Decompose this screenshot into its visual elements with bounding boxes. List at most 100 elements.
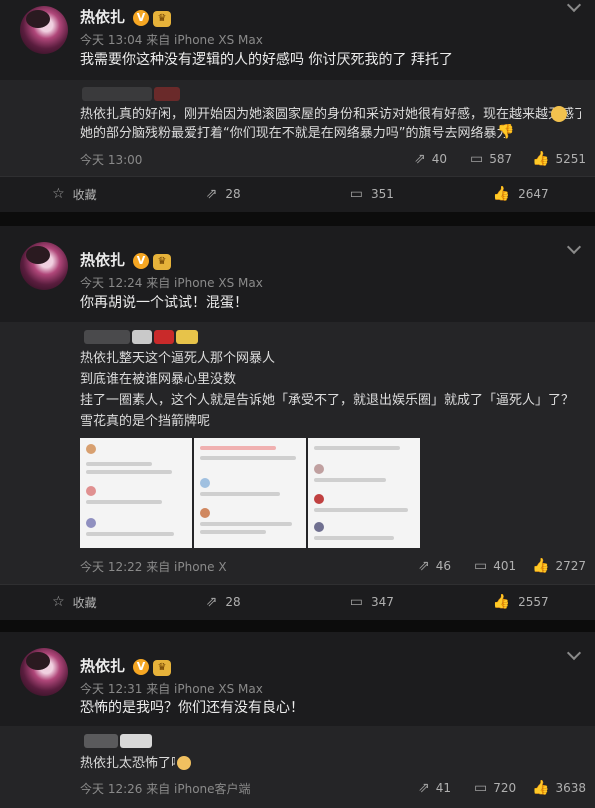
forward-icon: ⇗ — [418, 558, 430, 574]
count: 46 — [435, 559, 452, 573]
count: 401 — [493, 559, 517, 573]
thumb-text — [314, 446, 400, 450]
thumb-text — [200, 492, 280, 496]
comment-icon: ▭ — [470, 151, 484, 167]
favorite-label: 收藏 — [72, 187, 97, 202]
user-name-text: 热依扎 — [80, 657, 126, 675]
post-meta: 今天 12:24 来自 iPhone XS Max — [80, 276, 263, 290]
image-thumbnail[interactable] — [80, 438, 192, 548]
repost-text-line: 挂了一圈素人，这个人就是告诉她「承受不了，就退出娱乐圈」就成了「逼死人」了？ — [80, 393, 575, 408]
thumb-text — [86, 462, 152, 466]
blurred-username — [84, 330, 130, 344]
comment-icon: ▭ — [349, 594, 364, 610]
forward-count: 28 — [225, 595, 241, 609]
count: 41 — [435, 781, 452, 795]
repost-comment-count[interactable]: ▭ 587 — [470, 151, 512, 167]
repost-comment-count[interactable]: ▭ 720 — [474, 780, 516, 796]
forward-icon: ⇗ — [414, 151, 426, 167]
favorite-button[interactable]: ☆ 收藏 — [0, 584, 149, 620]
comment-icon: ▭ — [474, 558, 488, 574]
avatar[interactable] — [20, 648, 68, 696]
post-text: 我需要你这种没有逻辑的人的好感吗 你讨厌死我的了 拜托了 — [80, 52, 453, 68]
user-name-text: 热依扎 — [80, 251, 126, 269]
thumb-avatar — [314, 494, 324, 504]
like-count: 2557 — [518, 595, 549, 609]
v-badge-icon: V — [133, 253, 150, 269]
comment-count: 347 — [371, 595, 394, 609]
like-icon: 👍 — [532, 151, 550, 167]
emoji-icon — [551, 106, 567, 122]
repost-text-line: 雪花真的是个挡箭牌呢 — [80, 414, 211, 429]
blurred-username — [176, 330, 198, 344]
forward-button[interactable]: ⇗ 28 — [149, 176, 298, 212]
post-meta: 今天 13:04 来自 iPhone XS Max — [80, 33, 263, 47]
blurred-username — [132, 330, 152, 344]
post-meta: 今天 12:31 来自 iPhone XS Max — [80, 682, 263, 696]
thumb-text — [86, 532, 174, 536]
thumb-avatar — [86, 486, 96, 496]
forward-icon: ⇗ — [418, 780, 430, 796]
thumb-text — [200, 522, 292, 526]
action-bar: ☆ 收藏 ⇗ 28 ▭ 347 👍 2557 — [0, 584, 595, 620]
comment-icon: ▭ — [474, 780, 488, 796]
count: 3638 — [555, 781, 586, 795]
repost-meta: 今天 12:22 来自 iPhone X — [80, 560, 227, 574]
thumb-text — [314, 508, 408, 512]
repost-comment-count[interactable]: ▭ 401 — [474, 558, 516, 574]
repost-text-line: 热依扎整天这个逼死人那个网暴人 — [80, 351, 276, 366]
repost-like-count[interactable]: 👍 3638 — [532, 780, 586, 796]
count: 5251 — [555, 152, 586, 166]
like-icon: 👍 — [532, 558, 550, 574]
repost-forward-count[interactable]: ⇗ 46 — [418, 558, 451, 574]
repost-text-line: 热依扎真的好闲，刚开始因为她滚圆家屋的身份和采访对她很有好感，现在越来越无感了 — [80, 107, 581, 122]
count: 720 — [493, 781, 517, 795]
image-thumbnail[interactable] — [308, 438, 420, 548]
repost-forward-count[interactable]: ⇗ 40 — [414, 151, 447, 167]
repost-meta: 今天 12:26 来自 iPhone客户端 — [80, 782, 251, 796]
separator — [0, 212, 595, 226]
comment-button[interactable]: ▭ 347 — [298, 584, 447, 620]
like-icon: 👍 — [492, 186, 511, 202]
v-badge-icon: V — [133, 10, 150, 26]
repost-meta: 今天 13:00 — [80, 153, 143, 167]
user-name[interactable]: 热依扎 V ♛ — [80, 249, 172, 270]
comment-count: 351 — [371, 187, 394, 201]
like-button[interactable]: 👍 2557 — [446, 584, 595, 620]
thumb-text — [86, 500, 162, 504]
comment-icon: ▭ — [349, 186, 364, 202]
star-icon: ☆ — [52, 594, 65, 610]
forward-button[interactable]: ⇗ 28 — [149, 584, 298, 620]
emoji-icon — [177, 756, 191, 770]
avatar[interactable] — [20, 242, 68, 290]
like-icon: 👍 — [492, 594, 511, 610]
repost-forward-count[interactable]: ⇗ 41 — [418, 780, 451, 796]
like-icon: 👍 — [532, 780, 550, 796]
count: 40 — [431, 152, 448, 166]
like-button[interactable]: 👍 2647 — [446, 176, 595, 212]
comment-button[interactable]: ▭ 351 — [298, 176, 447, 212]
image-thumbnail[interactable] — [194, 438, 306, 548]
user-name[interactable]: 热依扎 V ♛ — [80, 655, 172, 676]
blurred-username — [154, 87, 180, 101]
thumb-avatar — [86, 518, 96, 528]
repost-text-line: 到底谁在被谁网暴心里没数 — [80, 372, 237, 387]
blurred-username — [154, 330, 174, 344]
blurred-username — [82, 87, 152, 101]
favorite-label: 收藏 — [72, 595, 97, 610]
thumb-text — [314, 536, 394, 540]
user-name[interactable]: 热依扎 V ♛ — [80, 6, 172, 27]
favorite-button[interactable]: ☆ 收藏 — [0, 176, 149, 212]
repost-like-count[interactable]: 👍 5251 — [532, 151, 586, 167]
thumb-avatar — [314, 522, 324, 532]
crown-icon: ♛ — [153, 254, 172, 270]
thumb-avatar — [86, 444, 96, 454]
thumb-text — [200, 446, 276, 450]
user-name-text: 热依扎 — [80, 8, 126, 26]
like-count: 2647 — [518, 187, 549, 201]
action-bar: ☆ 收藏 ⇗ 28 ▭ 351 👍 2647 — [0, 176, 595, 212]
crown-icon: ♛ — [153, 660, 172, 676]
avatar[interactable] — [20, 6, 68, 54]
thumb-text — [86, 470, 172, 474]
repost-like-count[interactable]: 👍 2727 — [532, 558, 586, 574]
post-text: 恐怖的是我吗？你们还有没有良心！ — [80, 700, 304, 716]
